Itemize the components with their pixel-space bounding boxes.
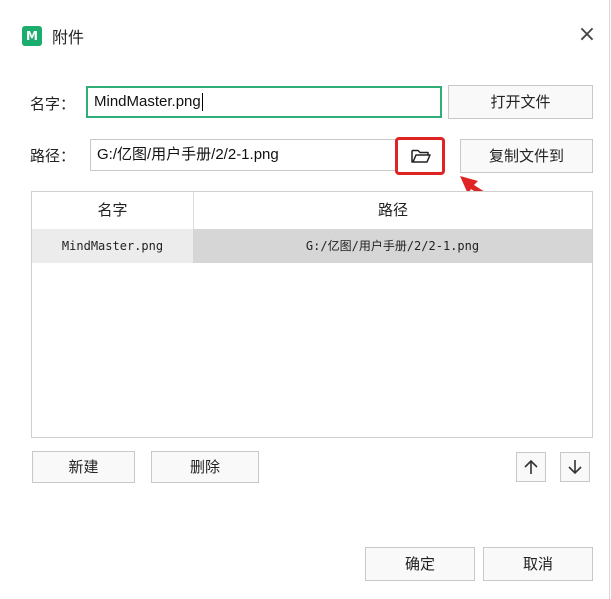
table-cell-path: G:/亿图/用户手册/2/2-1.png (193, 229, 592, 263)
arrow-down-icon (568, 460, 582, 475)
attachments-table: 名字 路径 MindMaster.png G:/亿图/用户手册/2/2-1.pn… (31, 191, 593, 438)
delete-button[interactable]: 删除 (151, 451, 259, 483)
app-logo-icon: M (22, 26, 42, 46)
name-input-value: MindMaster.png (94, 93, 201, 110)
arrow-up-icon (524, 459, 538, 474)
text-caret (201, 93, 203, 112)
move-up-button[interactable] (516, 452, 546, 482)
table-row[interactable]: MindMaster.png G:/亿图/用户手册/2/2-1.png (32, 229, 592, 263)
browse-folder-button[interactable] (395, 137, 445, 175)
column-header-name[interactable]: 名字 (32, 192, 194, 229)
table-cell-name: MindMaster.png (32, 229, 193, 263)
path-label: 路径： (30, 147, 76, 165)
name-input[interactable]: MindMaster.png (86, 86, 442, 118)
copy-file-to-button[interactable]: 复制文件到 (460, 139, 593, 173)
new-button[interactable]: 新建 (32, 451, 135, 483)
folder-open-icon (411, 149, 431, 163)
cancel-button[interactable]: 取消 (483, 547, 593, 581)
move-down-button[interactable] (560, 452, 590, 482)
column-header-path[interactable]: 路径 (194, 192, 592, 229)
open-file-button[interactable]: 打开文件 (448, 85, 593, 119)
table-header: 名字 路径 (32, 192, 592, 230)
ok-button[interactable]: 确定 (365, 547, 475, 581)
title-bar: M 附件 × (0, 0, 610, 68)
dialog-title: 附件 (52, 28, 85, 47)
attachment-dialog: M 附件 × 名字： MindMaster.png 打开文件 路径： G:/亿图… (0, 0, 610, 599)
path-input[interactable]: G:/亿图/用户手册/2/2-1.png (90, 139, 445, 171)
path-input-value: G:/亿图/用户手册/2/2-1.png (97, 146, 279, 163)
name-label: 名字： (30, 95, 76, 113)
close-icon[interactable]: × (572, 20, 602, 50)
